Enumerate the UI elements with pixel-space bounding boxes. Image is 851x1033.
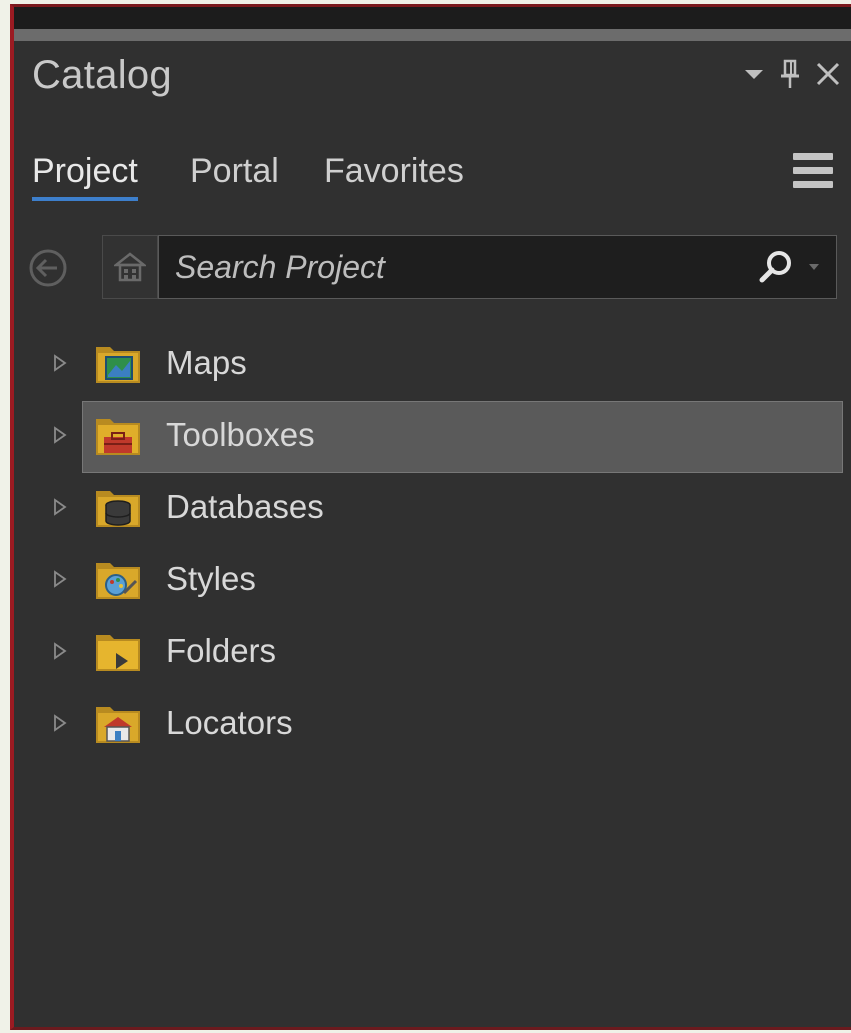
locators-folder-icon xyxy=(96,707,140,743)
expand-arrow-icon[interactable] xyxy=(52,569,68,589)
folders-folder-icon xyxy=(96,635,140,671)
dropdown-icon[interactable] xyxy=(743,67,765,81)
databases-folder-icon xyxy=(96,491,140,527)
catalog-pane: Catalog Project Portal Favorites Search … xyxy=(14,41,851,1027)
menu-icon[interactable] xyxy=(793,153,833,189)
styles-folder-icon xyxy=(96,563,140,599)
tree-item-label: Locators xyxy=(166,704,293,741)
tree-item-label: Folders xyxy=(166,632,277,669)
tab-portal[interactable]: Portal xyxy=(190,145,279,201)
search-icon[interactable] xyxy=(756,247,796,287)
home-icon xyxy=(114,252,146,282)
tree-item-databases[interactable]: Databases xyxy=(14,471,851,543)
search-row xyxy=(28,232,837,302)
tree-item-label: Maps xyxy=(166,344,247,381)
expand-arrow-icon[interactable] xyxy=(52,641,68,661)
expand-arrow-icon[interactable] xyxy=(52,497,68,517)
back-button[interactable] xyxy=(28,248,68,288)
back-arrow-icon xyxy=(29,249,67,287)
pin-icon[interactable] xyxy=(779,59,801,89)
catalog-tabs: Project Portal Favorites xyxy=(32,145,839,209)
tree-item-label: Databases xyxy=(166,488,324,525)
search-options-dropdown[interactable] xyxy=(802,247,826,287)
tree-item-toolboxes[interactable]: Toolboxes xyxy=(14,399,851,473)
search-box xyxy=(158,235,837,299)
close-icon[interactable] xyxy=(815,61,841,87)
tree-item-styles[interactable]: Styles xyxy=(14,543,851,615)
chevron-down-icon xyxy=(809,264,819,270)
pane-title: Catalog xyxy=(32,53,172,97)
tab-project[interactable]: Project xyxy=(32,145,138,201)
home-button[interactable] xyxy=(102,235,158,299)
search-input[interactable] xyxy=(159,235,756,299)
window-top-strip xyxy=(14,7,851,29)
tree-item-maps[interactable]: Maps xyxy=(14,327,851,399)
tree-item-folders[interactable]: Folders xyxy=(14,615,851,687)
catalog-window: Catalog Project Portal Favorites Search … xyxy=(10,4,851,1030)
pane-title-controls xyxy=(743,57,841,91)
expand-arrow-icon[interactable] xyxy=(52,425,68,445)
tree-item-locators[interactable]: Locators xyxy=(14,687,851,759)
toolboxes-folder-icon xyxy=(96,419,140,455)
expand-arrow-icon[interactable] xyxy=(52,713,68,733)
tree-item-label: Styles xyxy=(166,560,256,597)
pane-header-strip xyxy=(14,29,851,41)
maps-folder-icon xyxy=(96,347,140,383)
tab-favorites[interactable]: Favorites xyxy=(324,145,464,201)
tree-item-label: Toolboxes xyxy=(166,416,315,453)
expand-arrow-icon[interactable] xyxy=(52,353,68,373)
